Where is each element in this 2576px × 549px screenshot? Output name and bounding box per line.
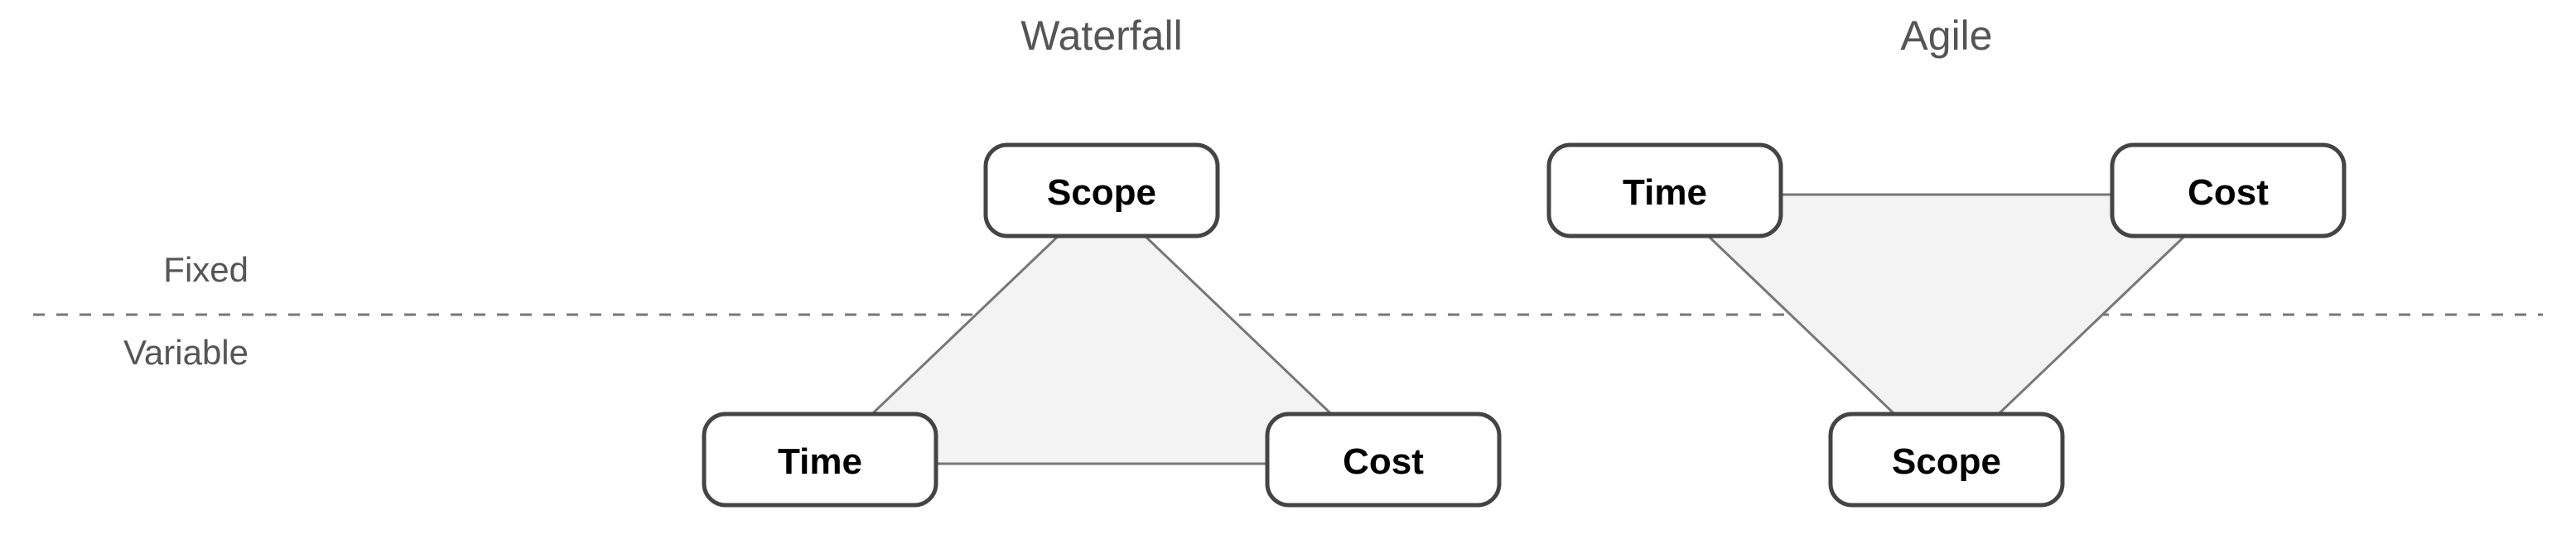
- waterfall-time-label: Time: [778, 441, 862, 482]
- waterfall-scope-label: Scope: [1047, 172, 1156, 213]
- waterfall-cost-node: Cost: [1267, 414, 1499, 505]
- agile-cost-label: Cost: [2188, 172, 2269, 213]
- waterfall-cost-label: Cost: [1343, 441, 1424, 482]
- agile-time-label: Time: [1623, 172, 1707, 213]
- agile-scope-label: Scope: [1892, 441, 2001, 482]
- waterfall-title: Waterfall: [1020, 12, 1182, 59]
- pm-triangle-diagram: Waterfall Agile Fixed Variable Scope Tim…: [0, 0, 2576, 549]
- agile-cost-node: Cost: [2112, 145, 2344, 236]
- waterfall-scope-node: Scope: [986, 145, 1218, 236]
- row-label-fixed: Fixed: [163, 250, 248, 289]
- agile-title: Agile: [1900, 12, 1992, 59]
- agile-time-node: Time: [1549, 145, 1781, 236]
- agile-scope-node: Scope: [1831, 414, 2062, 505]
- waterfall-time-node: Time: [704, 414, 936, 505]
- row-label-variable: Variable: [123, 333, 248, 372]
